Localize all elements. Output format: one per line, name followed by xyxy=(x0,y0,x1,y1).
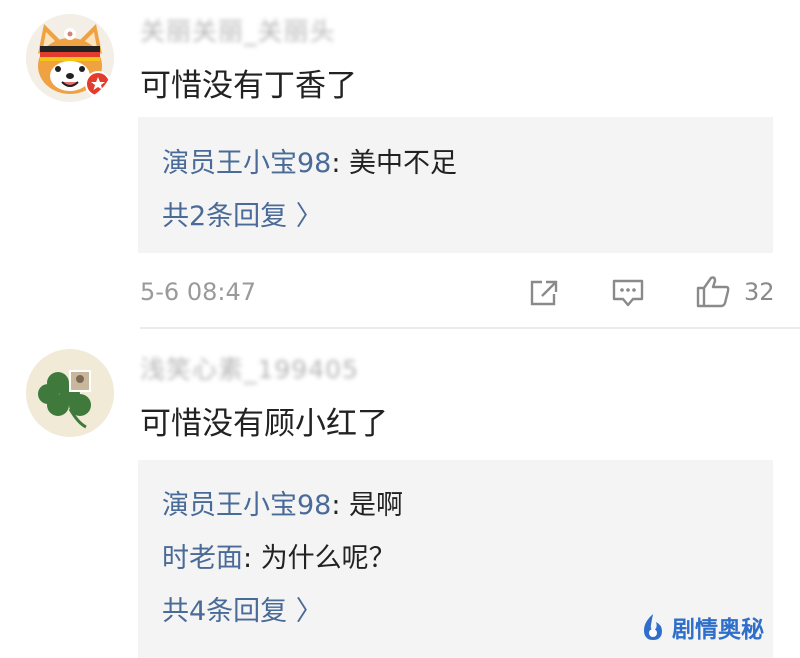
reply-author[interactable]: 演员王小宝98 xyxy=(162,148,331,179)
comment-2-text: 可惜没有顾小红了 xyxy=(140,406,388,442)
reply-separator: : xyxy=(331,148,350,179)
reply-separator: : xyxy=(331,490,350,521)
clover-avatar-icon xyxy=(26,349,114,437)
reply-text: 美中不足 xyxy=(349,148,458,179)
more-replies-link[interactable]: 共2条回复 〉 xyxy=(162,194,323,233)
comment-1-text: 可惜没有丁香了 xyxy=(140,68,357,104)
avatar-comment-2[interactable] xyxy=(26,349,114,437)
reply-author[interactable]: 演员王小宝98 xyxy=(162,490,331,521)
thumbs-up-icon[interactable] xyxy=(695,274,731,308)
reply-item[interactable]: 演员王小宝98: 是啊 xyxy=(162,483,403,522)
comment-1-timestamp: 5-6 08:47 xyxy=(140,278,256,306)
share-icon[interactable] xyxy=(528,278,560,308)
avatar-comment-1[interactable] xyxy=(26,14,114,102)
like-count: 32 xyxy=(744,278,775,306)
more-replies-link[interactable]: 共4条回复 〉 xyxy=(162,589,323,628)
reply-text: 为什么呢？ xyxy=(260,543,396,574)
comment-1-replies-box[interactable]: 演员王小宝98: 美中不足 共2条回复 〉 xyxy=(138,117,773,253)
comment-1-username[interactable]: 关丽关丽_关丽头 xyxy=(140,12,336,48)
reply-item[interactable]: 演员王小宝98: 美中不足 xyxy=(162,141,457,180)
reply-text: 是啊 xyxy=(349,490,404,521)
reply-item[interactable]: 时老面: 为什么呢？ xyxy=(162,536,396,575)
watermark-logo-icon xyxy=(644,614,662,640)
comment-icon[interactable] xyxy=(611,278,645,308)
reply-author[interactable]: 时老面 xyxy=(162,543,243,574)
comment-2-username[interactable]: 浅笑心素_199405 xyxy=(140,350,359,386)
comment-divider xyxy=(140,327,800,329)
watermark: 剧情奥秘 xyxy=(640,604,790,650)
watermark-text: 剧情奥秘 xyxy=(672,617,764,643)
shiba-avatar-icon xyxy=(26,14,114,102)
reply-separator: : xyxy=(243,543,261,574)
